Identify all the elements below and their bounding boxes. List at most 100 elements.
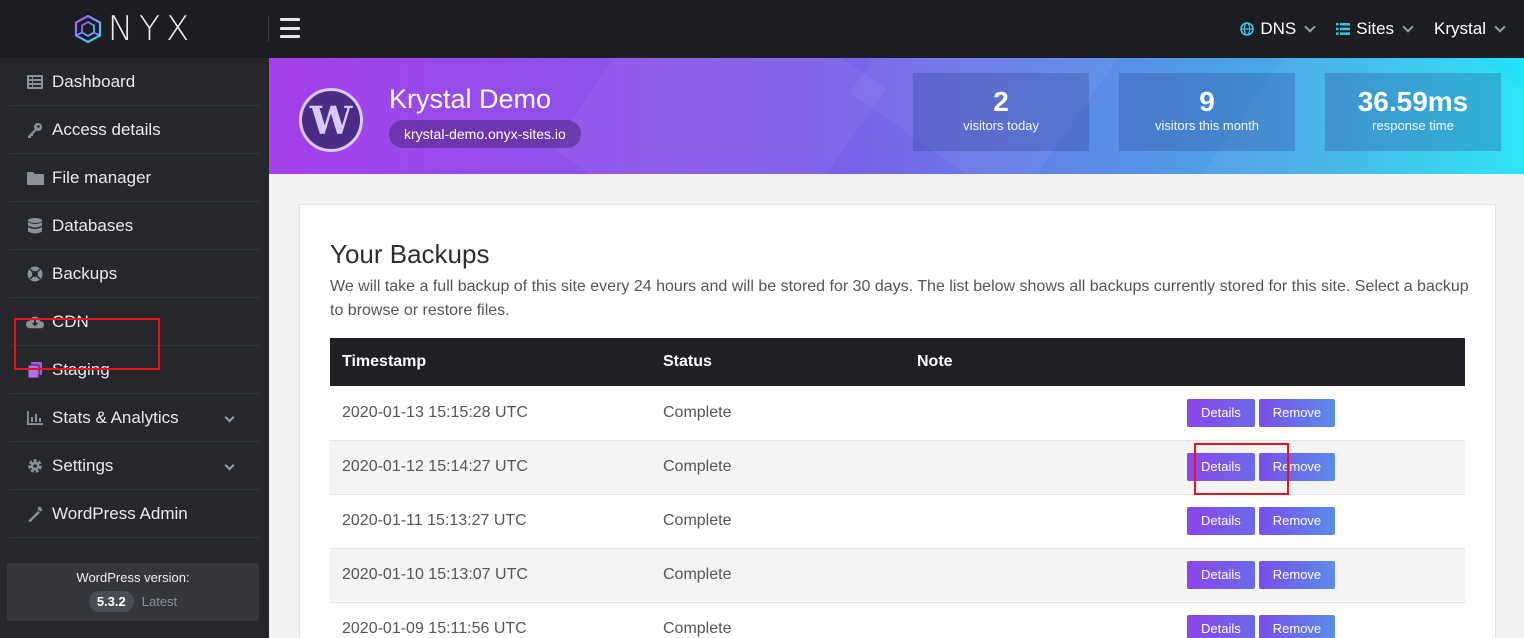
- sidebar-item-label: WordPress Admin: [52, 503, 188, 523]
- sidebar-item-label: Databases: [52, 215, 134, 235]
- cloud-icon: [26, 314, 44, 330]
- cell-timestamp: 2020-01-12 15:14:27 UTC: [342, 458, 528, 475]
- stat-value: 2: [993, 86, 1009, 117]
- site-header-banner: W Krystal Demo krystal-demo.onyx-sites.i…: [269, 58, 1524, 174]
- stat-visitors-today: 2 visitors today: [913, 73, 1089, 151]
- dashboard-icon: [26, 74, 44, 90]
- backups-description: We will take a full backup of this site …: [330, 278, 1469, 319]
- sidebar-item-cdn[interactable]: CDN: [10, 298, 259, 346]
- globe-icon: [1240, 22, 1255, 36]
- dns-menu[interactable]: DNS: [1240, 19, 1316, 39]
- sidebar-item-settings[interactable]: Settings: [10, 442, 259, 490]
- cell-timestamp: 2020-01-10 15:13:07 UTC: [342, 566, 528, 583]
- wrench-icon: [26, 506, 44, 522]
- details-button[interactable]: Details: [1187, 561, 1255, 589]
- stat-label: visitors this month: [1154, 118, 1260, 133]
- sidebar-item-stats-analytics[interactable]: Stats & Analytics: [10, 394, 259, 442]
- cell-status: Complete: [663, 512, 732, 529]
- topbar-divider: [268, 16, 269, 42]
- cell-timestamp: 2020-01-09 15:11:56 UTC: [342, 620, 527, 637]
- database-icon: [26, 217, 44, 234]
- column-header-note: Note: [917, 353, 953, 370]
- remove-button[interactable]: Remove: [1258, 615, 1336, 638]
- cell-note: [905, 494, 1175, 548]
- remove-button[interactable]: Remove: [1258, 507, 1336, 535]
- sidebar-item-label: File manager: [52, 167, 152, 187]
- sidebar-item-label: Staging: [52, 359, 110, 379]
- remove-button[interactable]: Remove: [1258, 398, 1336, 427]
- version-badge: 5.3.2: [88, 591, 134, 612]
- user-menu[interactable]: Krystal: [1434, 19, 1506, 39]
- chevron-down-icon: [224, 460, 235, 471]
- cell-status: Complete: [663, 403, 732, 421]
- column-header-status: Status: [663, 353, 712, 370]
- stat-visitors-month: 9 visitors this month: [1119, 73, 1295, 151]
- table-row: 2020-01-10 15:13:07 UTC Complete Details…: [330, 548, 1465, 602]
- column-header-timestamp: Timestamp: [342, 353, 427, 370]
- version-status: Latest: [141, 594, 178, 609]
- logo-text: NYX: [107, 9, 196, 49]
- table-row: 2020-01-12 15:14:27 UTC Complete Details…: [330, 440, 1465, 494]
- sidebar-item-label: Backups: [52, 263, 118, 283]
- backups-table: Timestamp Status Note 2020-01-13 15:15:2…: [330, 338, 1465, 638]
- chevron-down-icon: [1494, 21, 1506, 33]
- cell-status: Complete: [663, 620, 732, 637]
- user-label: Krystal: [1434, 19, 1486, 38]
- list-icon: [1336, 23, 1351, 35]
- menu-toggle-icon[interactable]: [280, 18, 300, 38]
- sidebar-item-label: Dashboard: [52, 71, 136, 91]
- sidebar-item-access-details[interactable]: Access details: [10, 106, 259, 154]
- page-title: Your Backups: [330, 239, 490, 269]
- gear-icon: [26, 458, 44, 474]
- backups-card: Your Backups We will take a full backup …: [299, 204, 1496, 638]
- sidebar-item-databases[interactable]: Databases: [10, 202, 259, 250]
- stat-value: 36.59ms: [1357, 86, 1469, 117]
- cell-timestamp: 2020-01-13 15:15:28 UTC: [342, 403, 528, 421]
- cell-note: [905, 386, 1175, 440]
- chevron-down-icon: [1304, 21, 1316, 33]
- cell-timestamp: 2020-01-11 15:13:27 UTC: [342, 512, 527, 529]
- dns-label: DNS: [1260, 19, 1297, 38]
- chart-icon: [26, 410, 44, 426]
- sidebar-item-backups[interactable]: Backups: [10, 250, 259, 298]
- cell-status: Complete: [663, 458, 732, 475]
- details-button[interactable]: Details: [1187, 453, 1255, 481]
- column-header-actions: [1175, 338, 1465, 386]
- cell-note: [905, 548, 1175, 602]
- top-bar: NYX DNS Sites Krystal: [0, 0, 1524, 58]
- cell-status: Complete: [663, 566, 732, 583]
- table-header-row: Timestamp Status Note: [330, 338, 1465, 386]
- sidebar-item-wordpress-admin[interactable]: WordPress Admin: [10, 490, 259, 538]
- table-row: 2020-01-09 15:11:56 UTC Complete Details…: [330, 602, 1465, 638]
- sidebar-item-staging[interactable]: Staging: [10, 346, 259, 394]
- onyx-cube-icon: [74, 14, 101, 44]
- top-nav: DNS Sites Krystal: [1240, 0, 1506, 58]
- sidebar-item-label: Settings: [52, 455, 114, 475]
- stat-response-time: 36.59ms response time: [1325, 73, 1501, 151]
- stat-value: 9: [1199, 86, 1215, 117]
- table-row: 2020-01-13 15:15:28 UTC Complete Details…: [330, 386, 1465, 440]
- details-button[interactable]: Details: [1187, 507, 1255, 535]
- sites-menu[interactable]: Sites: [1336, 19, 1414, 39]
- site-domain[interactable]: krystal-demo.onyx-sites.io: [389, 120, 581, 148]
- sidebar: Dashboard Access details File manager Da…: [0, 58, 269, 638]
- sidebar-item-file-manager[interactable]: File manager: [10, 154, 259, 202]
- details-button[interactable]: Details: [1187, 398, 1255, 427]
- remove-button[interactable]: Remove: [1258, 453, 1336, 481]
- cell-note: [905, 440, 1175, 494]
- sidebar-item-label: Access details: [52, 119, 161, 139]
- logo[interactable]: NYX: [0, 0, 269, 58]
- sidebar-item-dashboard[interactable]: Dashboard: [10, 58, 259, 106]
- remove-button[interactable]: Remove: [1258, 561, 1336, 589]
- stat-label: visitors today: [963, 118, 1039, 133]
- sidebar-item-label: CDN: [52, 311, 89, 331]
- wordpress-version-box: WordPress version: 5.3.2 Latest: [7, 563, 259, 621]
- backup-icon: [26, 266, 44, 282]
- sites-label: Sites: [1356, 19, 1395, 38]
- chevron-down-icon: [1402, 21, 1414, 33]
- site-title: Krystal Demo: [389, 84, 552, 114]
- version-heading: WordPress version:: [76, 570, 190, 585]
- details-button[interactable]: Details: [1187, 615, 1255, 638]
- stat-label: response time: [1372, 118, 1454, 133]
- cell-note: [905, 602, 1175, 638]
